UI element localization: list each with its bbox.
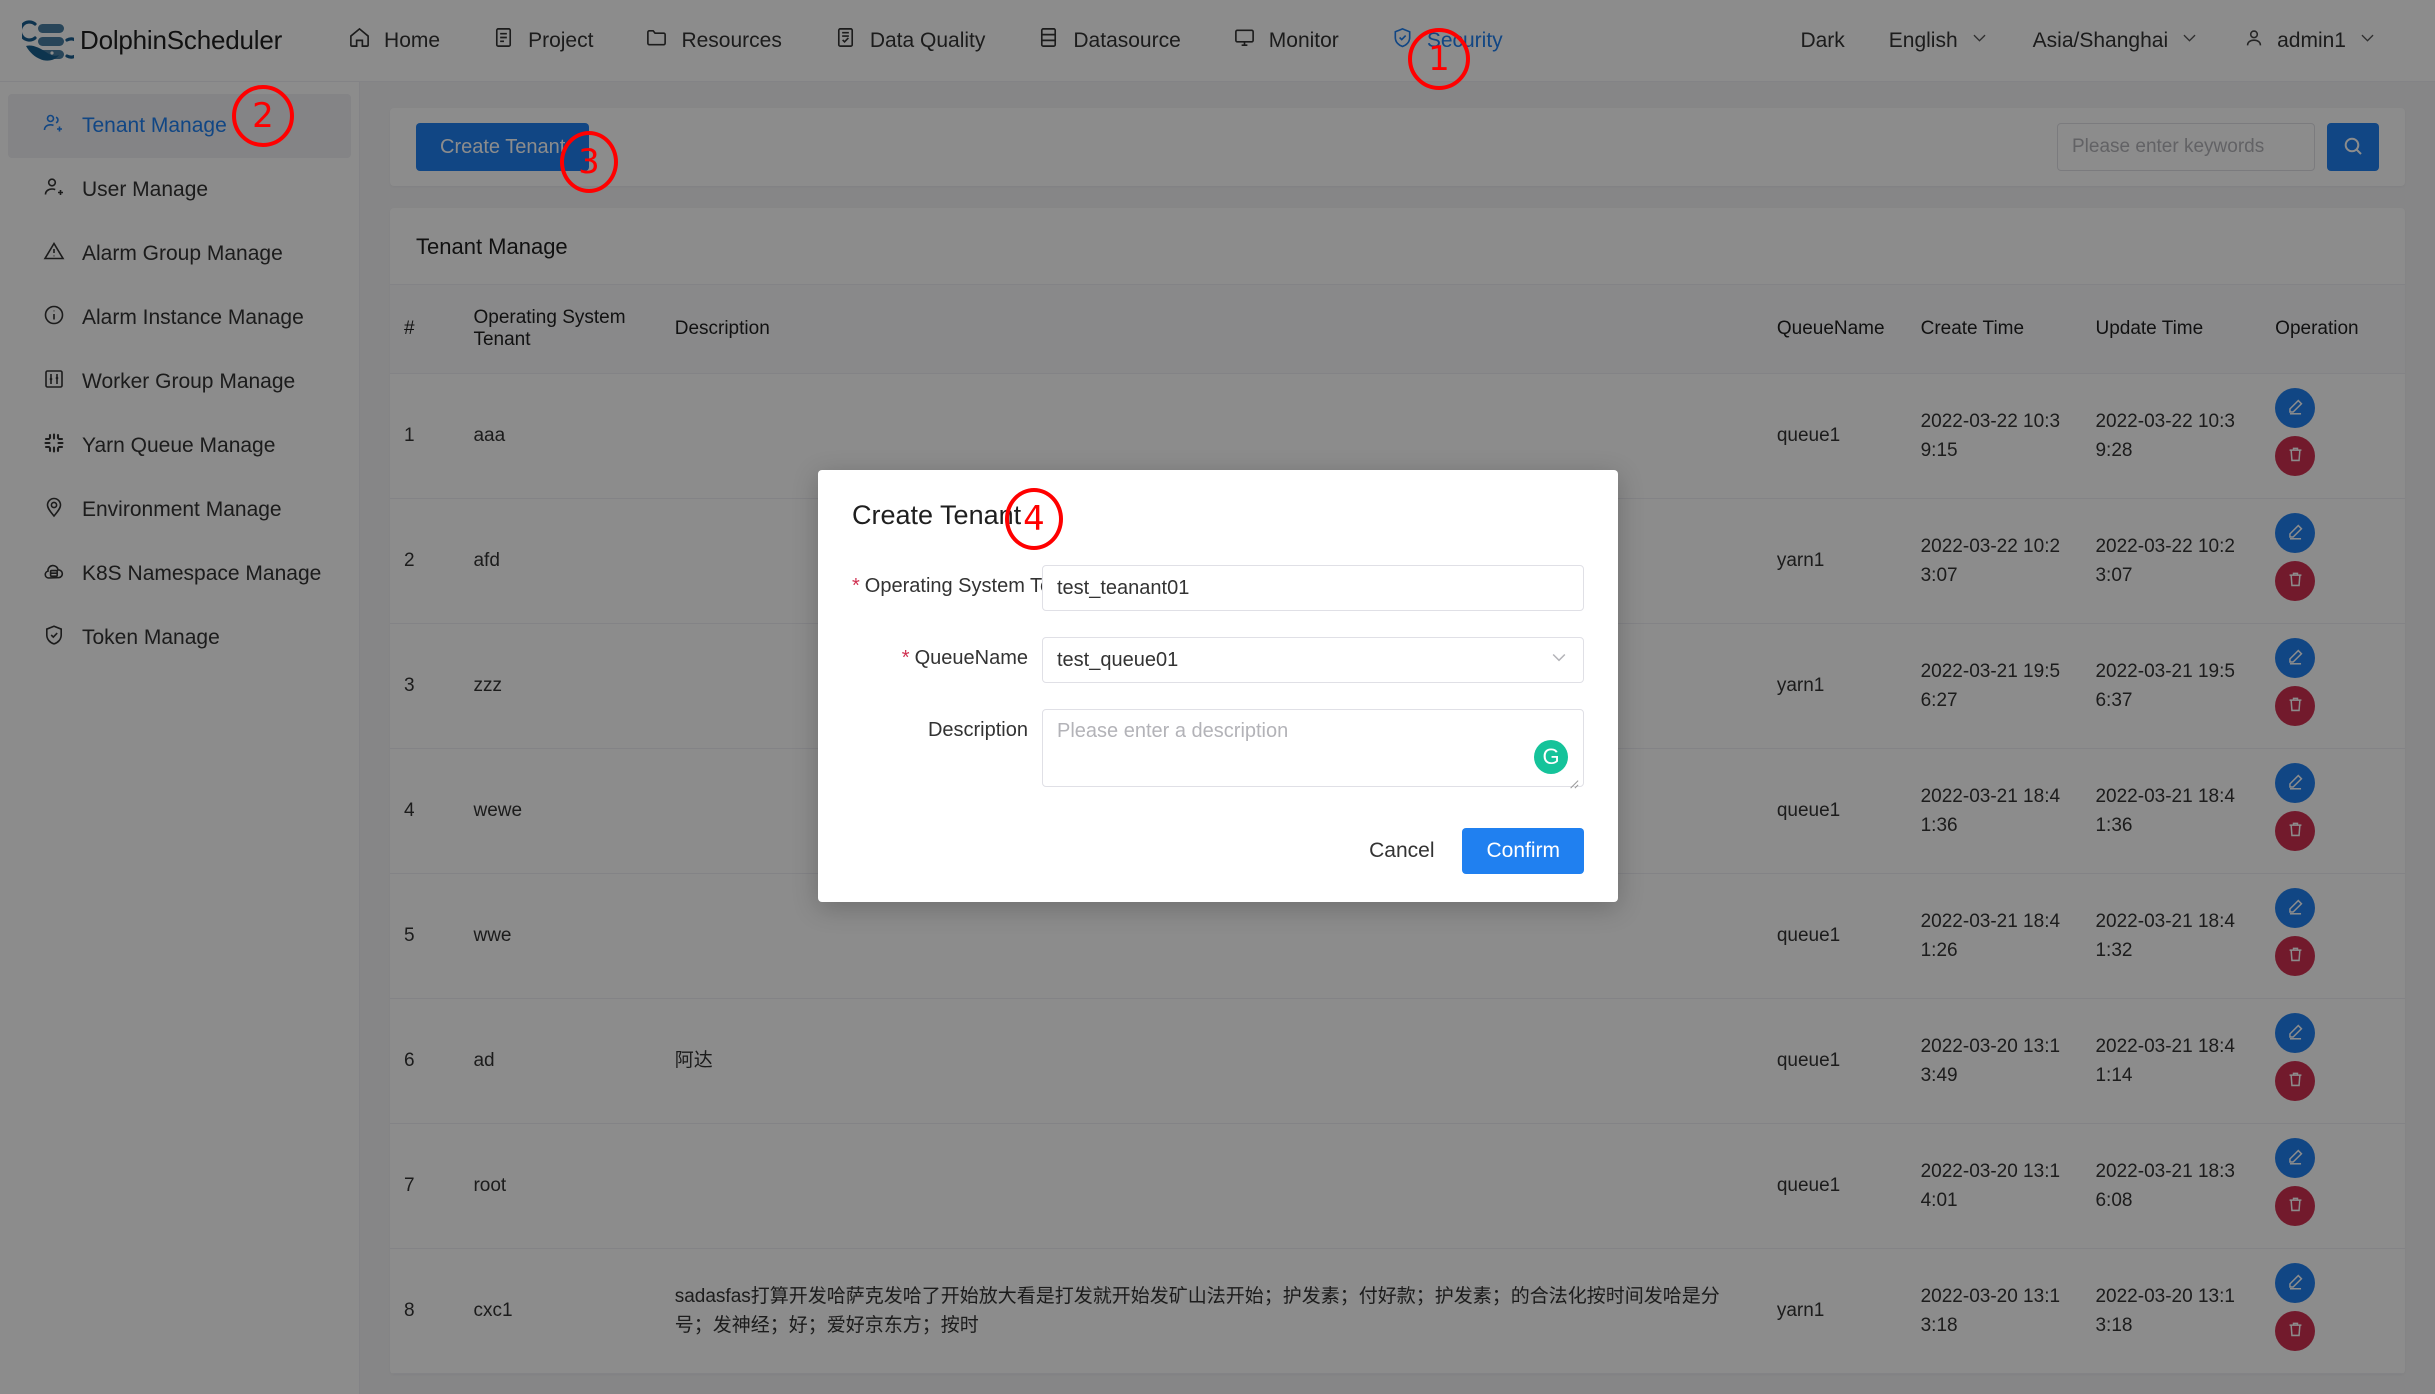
os-tenant-label: *Operating System Tenant (852, 565, 1042, 598)
description-label: Description (852, 709, 1042, 742)
app-root: DolphinScheduler Home Project Resources (0, 0, 2435, 1394)
dialog-title: Create Tenant (852, 500, 1584, 531)
form-row-os-tenant: *Operating System Tenant (852, 565, 1584, 611)
queuename-select[interactable]: test_queue01 (1042, 637, 1584, 683)
os-tenant-field-wrap (1042, 565, 1584, 611)
queuename-label-text: QueueName (915, 647, 1028, 669)
form-row-description: Description G (852, 709, 1584, 792)
description-field-wrap: G (1042, 709, 1584, 792)
queuename-field-wrap: test_queue01 (1042, 637, 1584, 683)
os-tenant-label-text: Operating System Tenant (865, 575, 1042, 597)
form-row-queuename: *QueueName test_queue01 (852, 637, 1584, 683)
required-asterisk: * (902, 647, 910, 669)
grammarly-icon[interactable]: G (1534, 740, 1568, 774)
dialog-footer: Cancel Confirm (852, 828, 1584, 874)
confirm-button[interactable]: Confirm (1462, 828, 1584, 874)
description-textarea[interactable] (1042, 709, 1584, 787)
cancel-button[interactable]: Cancel (1351, 829, 1452, 873)
resize-grip-icon[interactable] (1565, 775, 1581, 791)
os-tenant-input[interactable] (1042, 565, 1584, 611)
queuename-selected-value: test_queue01 (1057, 649, 1178, 672)
required-asterisk: * (852, 575, 860, 597)
queuename-label: *QueueName (852, 637, 1042, 670)
create-tenant-dialog: Create Tenant *Operating System Tenant *… (818, 470, 1618, 902)
chevron-down-icon (1549, 647, 1569, 673)
